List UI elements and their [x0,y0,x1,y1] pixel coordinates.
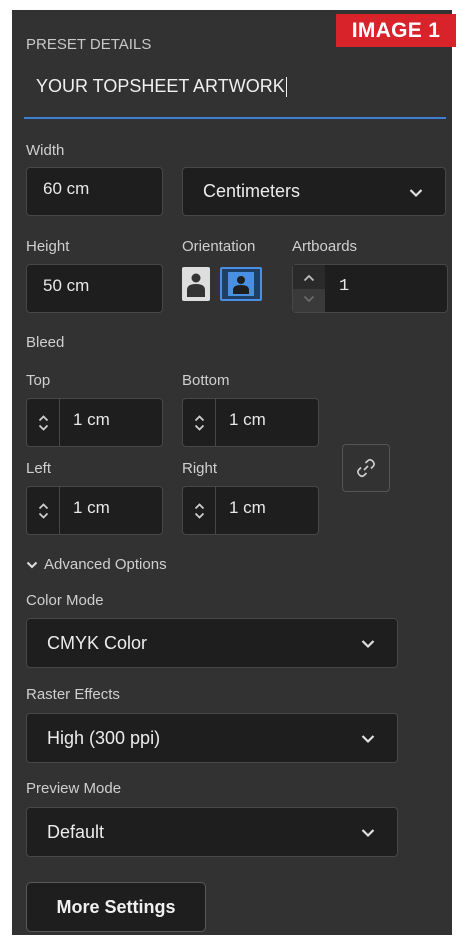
new-document-panel: PRESET DETAILS YOUR TOPSHEET ARTWORK Wid… [12,10,452,935]
chevron-down-icon [361,822,375,843]
preview-mode-label: Preview Mode [26,780,122,797]
artboards-label: Artboards [292,238,358,255]
preview-mode-value: Default [47,821,105,842]
link-icon [357,458,375,478]
bleed-label: Bleed [26,334,65,351]
more-settings-button[interactable]: More Settings [26,882,206,932]
bleed-top-label: Top [26,372,51,389]
image-badge: IMAGE 1 [336,14,456,47]
link-bleed-button[interactable] [342,444,390,492]
raster-effects-value: High (300 ppi) [47,727,161,748]
divider [59,487,60,534]
preview-mode-dropdown[interactable]: Default [26,807,398,857]
width-label: Width [26,142,65,159]
bleed-right-value: 1 cm [229,498,266,517]
divider [59,399,60,446]
artboards-stepper-arrows [293,265,325,312]
bleed-left-label: Left [26,460,52,477]
bleed-bottom-label: Bottom [182,372,230,389]
width-value: 60 cm [43,179,90,198]
height-input[interactable]: 50 cm [26,264,163,313]
chevron-down-icon [361,728,375,749]
chevron-up-icon[interactable] [303,274,315,282]
artboards-stepper[interactable]: 1 [292,264,448,313]
chevron-up-icon[interactable] [194,414,205,422]
bleed-bottom-arrows[interactable] [183,399,215,446]
chevron-down-icon[interactable] [303,295,315,303]
portrait-icon [187,273,205,297]
advanced-options-label: Advanced Options [44,556,167,573]
color-mode-value: CMYK Color [47,632,148,653]
units-value: Centimeters [203,181,301,201]
text-cursor [285,76,287,97]
bleed-top-value: 1 cm [73,410,110,429]
portrait-orientation-button[interactable] [182,267,210,301]
raster-effects-dropdown[interactable]: High (300 ppi) [26,713,398,763]
height-value: 50 cm [43,276,90,295]
chevron-down-icon [409,181,423,202]
divider [215,399,216,446]
raster-effects-label: Raster Effects [26,686,120,703]
bleed-bottom-stepper[interactable]: 1 cm [182,398,319,447]
chevron-up-icon[interactable] [38,502,49,510]
chevron-down-icon [26,561,38,568]
chevron-down-icon[interactable] [38,424,49,431]
chevron-down-icon[interactable] [194,424,205,431]
color-mode-label: Color Mode [26,592,104,609]
orientation-label: Orientation [182,238,256,255]
units-dropdown[interactable]: Centimeters [182,167,446,216]
artboards-value: 1 [339,277,350,296]
bleed-left-value: 1 cm [73,498,110,517]
bleed-right-label: Right [182,460,218,477]
bleed-top-stepper[interactable]: 1 cm [26,398,163,447]
chevron-down-icon[interactable] [38,512,49,519]
bleed-right-arrows[interactable] [183,487,215,534]
preset-name-underline [24,117,446,119]
preset-name-text: YOUR TOPSHEET ARTWORK [36,76,285,96]
bleed-right-stepper[interactable]: 1 cm [182,486,319,535]
color-mode-dropdown[interactable]: CMYK Color [26,618,398,668]
bleed-left-stepper[interactable]: 1 cm [26,486,163,535]
bleed-left-arrows[interactable] [27,487,59,534]
preset-details-header: PRESET DETAILS [26,36,152,53]
bleed-bottom-value: 1 cm [229,410,266,429]
advanced-options-toggle[interactable]: Advanced Options [26,556,167,573]
height-label: Height [26,238,70,255]
bleed-top-arrows[interactable] [27,399,59,446]
divider [215,487,216,534]
chevron-up-icon[interactable] [194,502,205,510]
landscape-orientation-button[interactable] [220,267,262,301]
chevron-up-icon[interactable] [38,414,49,422]
chevron-down-icon [361,633,375,654]
chevron-down-icon[interactable] [194,512,205,519]
landscape-icon [228,272,254,296]
preset-name-input[interactable]: YOUR TOPSHEET ARTWORK [36,76,287,97]
width-input[interactable]: 60 cm [26,167,163,216]
